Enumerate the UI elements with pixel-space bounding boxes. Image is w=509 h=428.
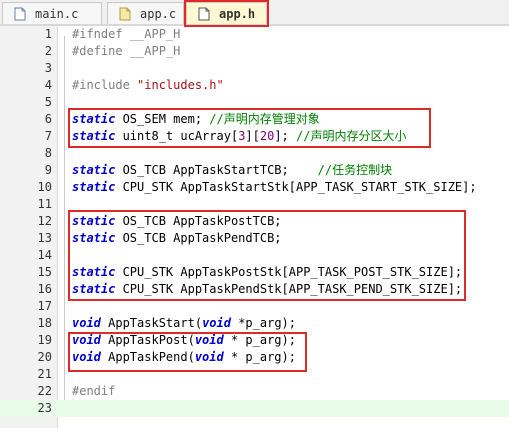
line-text: void AppTaskStart(void *p_arg); bbox=[72, 315, 296, 332]
line-text: static OS_TCB AppTaskStartTCB; //任务控制块 bbox=[72, 162, 392, 179]
line-number: 23 bbox=[37, 401, 52, 415]
code-token: OS_TCB AppTaskStartTCB; bbox=[115, 163, 318, 177]
code-token: "includes.h" bbox=[137, 78, 224, 92]
code-token: CPU_STK AppTaskStartStk[APP_TASK_START_S… bbox=[115, 180, 477, 194]
code-line[interactable]: 1 #ifndef __APP_H bbox=[0, 26, 509, 43]
line-number: 21 bbox=[37, 367, 52, 381]
line-number: 19 bbox=[37, 333, 52, 347]
line-number: 11 bbox=[37, 197, 52, 211]
code-token: #ifndef __APP_H bbox=[72, 27, 181, 41]
code-token: *p_arg); bbox=[230, 316, 296, 330]
line-number: 5 bbox=[44, 95, 52, 109]
line-number: 8 bbox=[44, 146, 52, 160]
code-token: static bbox=[72, 163, 116, 177]
code-token: static bbox=[72, 180, 116, 194]
code-line[interactable]: 10 static CPU_STK AppTaskStartStk[APP_TAS… bbox=[0, 179, 509, 196]
tab-main-c[interactable]: main.c bbox=[2, 2, 102, 24]
code-token: void bbox=[202, 316, 231, 330]
highlight-box-task-tcb-stk bbox=[68, 210, 466, 301]
code-line[interactable]: 3 bbox=[0, 60, 509, 77]
line-text: #include "includes.h" bbox=[72, 77, 224, 94]
tab-label: app.c bbox=[140, 6, 177, 21]
line-number: 3 bbox=[44, 61, 52, 75]
code-token: #endif bbox=[72, 384, 116, 398]
line-number: 6 bbox=[44, 112, 52, 126]
active-tab-highlight-box bbox=[184, 0, 269, 27]
line-number: 16 bbox=[37, 282, 52, 296]
code-line[interactable]: 9 static OS_TCB AppTaskStartTCB; //任务控制块 bbox=[0, 162, 509, 179]
code-token: void bbox=[72, 316, 101, 330]
code-line[interactable]: 18 void AppTaskStart(void *p_arg); bbox=[0, 315, 509, 332]
line-text: #endif bbox=[72, 383, 115, 400]
code-token: //任务控制块 bbox=[317, 163, 393, 177]
line-number: 4 bbox=[44, 78, 52, 92]
code-line[interactable]: 2 #define __APP_H bbox=[0, 43, 509, 60]
c-file-icon bbox=[13, 7, 27, 21]
code-line[interactable]: 23 bbox=[0, 400, 509, 417]
line-number: 7 bbox=[44, 129, 52, 143]
highlight-box-task-prototypes bbox=[68, 332, 307, 372]
line-text: #define __APP_H bbox=[72, 43, 180, 60]
line-number: 1 bbox=[44, 27, 52, 41]
line-number: 22 bbox=[37, 384, 52, 398]
line-number: 9 bbox=[44, 163, 52, 177]
highlight-box-static-vars bbox=[68, 108, 431, 148]
code-token: AppTaskStart( bbox=[100, 316, 203, 330]
line-number: 12 bbox=[37, 214, 52, 228]
line-number: 18 bbox=[37, 316, 52, 330]
line-number: 13 bbox=[37, 231, 52, 245]
line-number: 17 bbox=[37, 299, 52, 313]
line-number: 10 bbox=[37, 180, 52, 194]
tab-app-c[interactable]: app.c bbox=[107, 2, 184, 24]
code-line[interactable]: 22 #endif bbox=[0, 383, 509, 400]
code-token: #define __APP_H bbox=[72, 44, 181, 58]
code-token: #include bbox=[72, 78, 138, 92]
line-number: 20 bbox=[37, 350, 52, 364]
line-text: static CPU_STK AppTaskStartStk[APP_TASK_… bbox=[72, 179, 477, 196]
line-number: 15 bbox=[37, 265, 52, 279]
tab-label: main.c bbox=[35, 6, 79, 21]
code-line[interactable]: 4 #include "includes.h" bbox=[0, 77, 509, 94]
line-text: #ifndef __APP_H bbox=[72, 26, 180, 43]
c-file-icon bbox=[118, 7, 132, 21]
line-number: 14 bbox=[37, 248, 52, 262]
line-number: 2 bbox=[44, 44, 52, 58]
